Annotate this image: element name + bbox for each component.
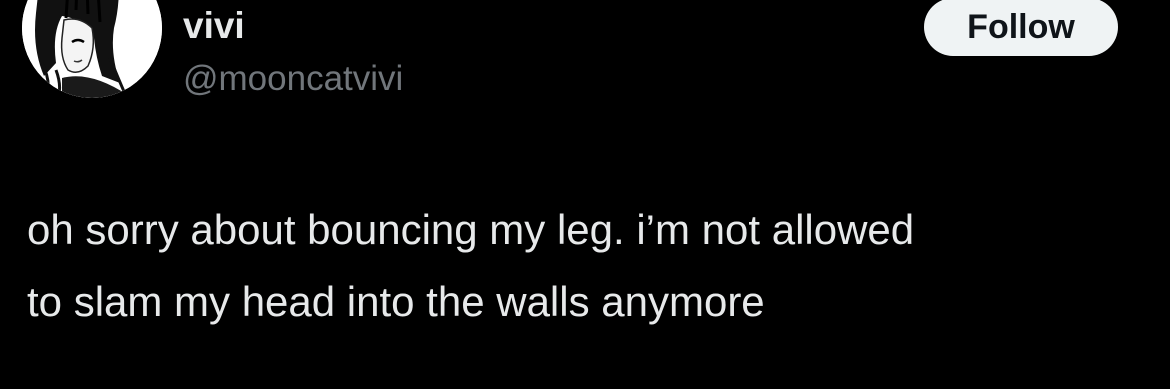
- tweet-text-line: oh sorry about bouncing my leg. i’m not …: [27, 206, 915, 253]
- avatar[interactable]: [22, 0, 162, 98]
- tweet-card: vivi @mooncatvivi Follow oh sorry about …: [0, 0, 1170, 389]
- tweet-text: oh sorry about bouncing my leg. i’m not …: [27, 194, 1147, 338]
- follow-button[interactable]: Follow: [924, 0, 1118, 56]
- anime-girl-avatar-icon: [22, 0, 162, 98]
- tweet-text-line: to slam my head into the walls anymore: [27, 278, 765, 325]
- display-name[interactable]: vivi: [183, 4, 245, 48]
- user-handle[interactable]: @mooncatvivi: [183, 58, 403, 100]
